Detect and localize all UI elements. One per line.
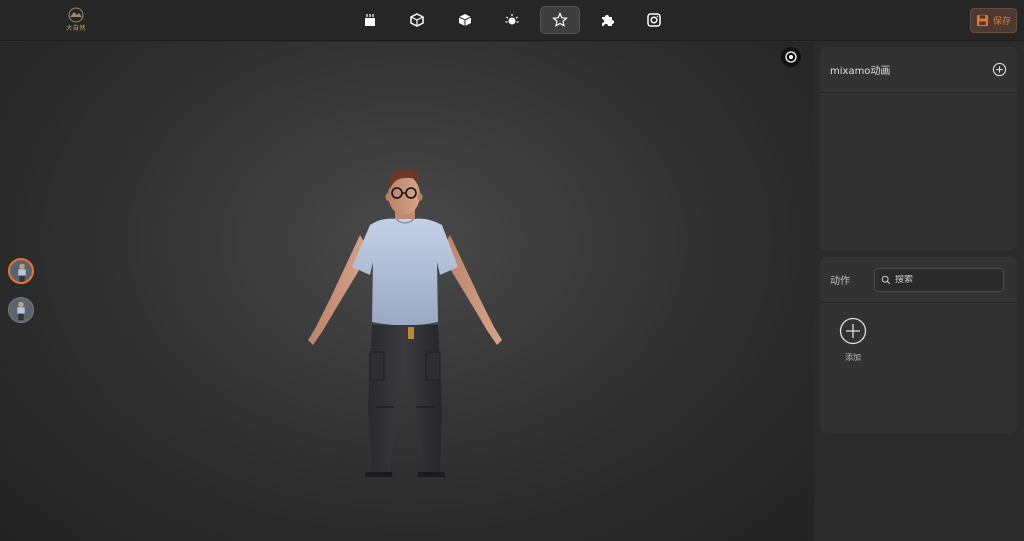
logo-icon (68, 7, 84, 23)
mixamo-animation-panel: mixamo动画 (820, 47, 1017, 250)
tool-box-outline-button[interactable] (397, 6, 437, 34)
add-action-label: 添加 (845, 353, 861, 362)
recenter-button[interactable] (781, 47, 801, 67)
action-panel-title: 动作 (830, 276, 850, 287)
action-panel: 动作 添加 (820, 257, 1017, 433)
search-icon (881, 275, 891, 284)
3d-viewport[interactable] (0, 42, 814, 541)
target-icon (785, 51, 797, 63)
character-model[interactable] (300, 127, 510, 477)
avatar-thumb-1[interactable] (8, 258, 34, 284)
camera-icon (647, 13, 662, 27)
mixamo-panel-title: mixamo动画 (830, 66, 891, 77)
tool-star-button[interactable] (539, 6, 580, 34)
add-mixamo-button[interactable] (992, 62, 1007, 77)
puzzle-icon (601, 15, 614, 26)
box-solid-icon (458, 14, 472, 26)
plus-circle-icon (839, 317, 867, 345)
light-icon (505, 14, 519, 25)
tool-body-button[interactable] (350, 6, 390, 34)
mixamo-panel-header: mixamo动画 (820, 47, 1017, 93)
tool-group (350, 6, 682, 36)
avatar-figure-icon (17, 301, 25, 321)
save-icon (976, 14, 989, 27)
avatar-thumb-2[interactable] (8, 297, 34, 323)
top-toolbar: 大自然 保存 (0, 0, 1024, 41)
search-box[interactable] (874, 267, 1004, 292)
save-label: 保存 (992, 17, 1011, 27)
tool-puzzle-button[interactable] (587, 6, 627, 34)
body-icon (365, 14, 375, 26)
tool-box-solid-button[interactable] (445, 6, 485, 34)
brand-logo: 大自然 (60, 6, 92, 34)
box-outline-icon (410, 13, 425, 27)
search-input[interactable] (895, 274, 995, 285)
tool-light-button[interactable] (492, 6, 532, 34)
logo-text: 大自然 (66, 25, 86, 32)
star-icon (551, 12, 568, 28)
tool-camera-button[interactable] (634, 6, 674, 34)
plus-circle-icon (992, 62, 1007, 77)
action-panel-header: 动作 (820, 257, 1017, 303)
save-button[interactable]: 保存 (970, 8, 1017, 33)
avatar-figure-icon (18, 263, 26, 282)
add-action-button[interactable]: 添加 (839, 317, 867, 363)
